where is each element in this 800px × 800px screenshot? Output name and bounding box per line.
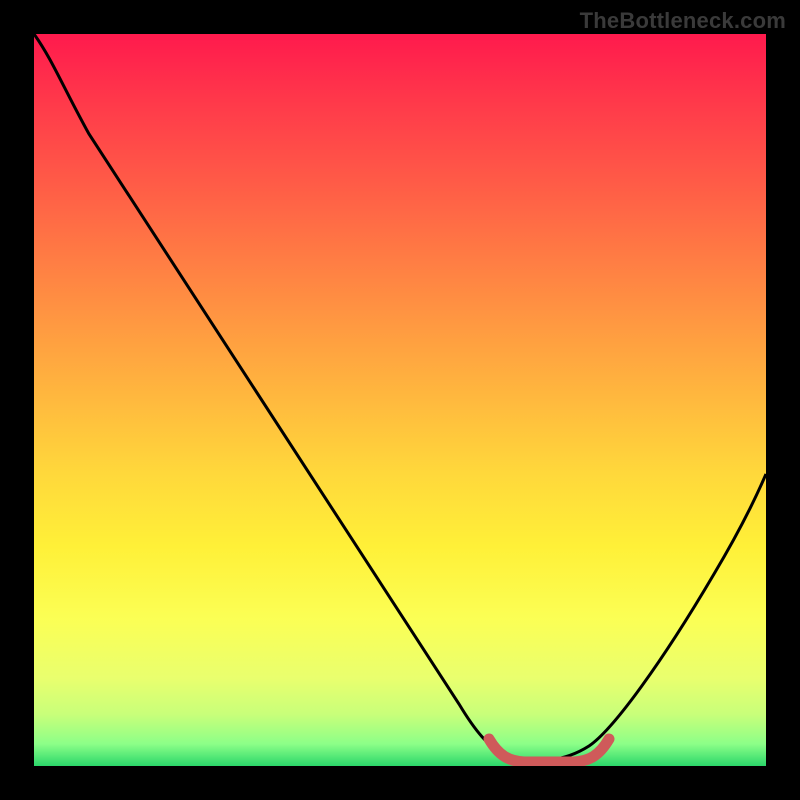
chart-frame: TheBottleneck.com	[0, 0, 800, 800]
plot-area	[34, 34, 766, 766]
watermark-text: TheBottleneck.com	[580, 8, 786, 34]
